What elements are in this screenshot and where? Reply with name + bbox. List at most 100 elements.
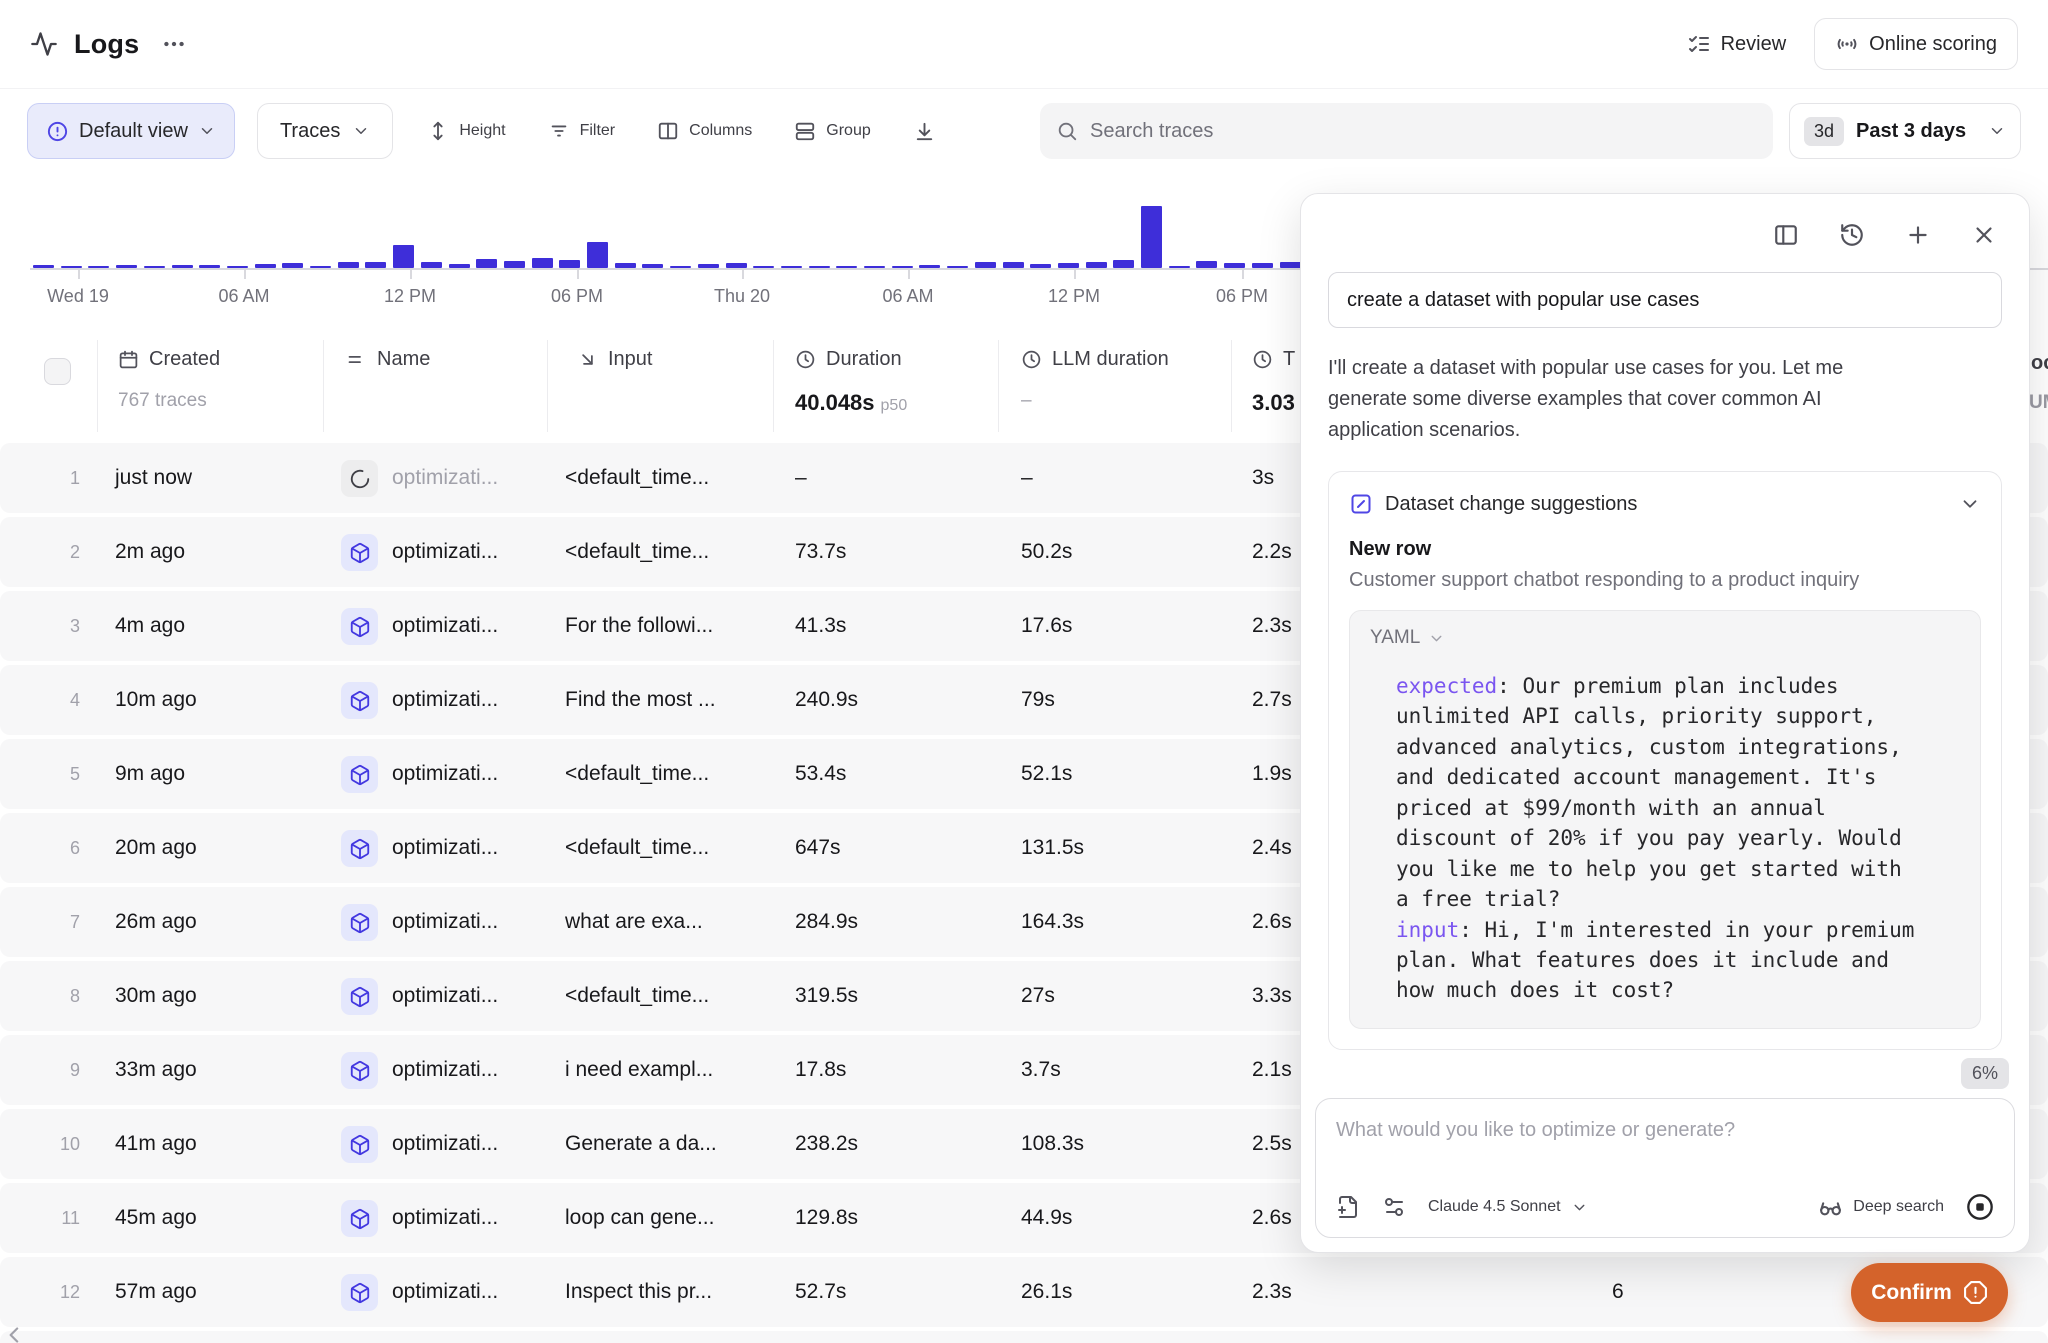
duration-cell: 647s	[795, 813, 841, 883]
sliders-icon	[1382, 1195, 1406, 1219]
group-button[interactable]: Group	[794, 120, 870, 142]
filter-button[interactable]: Filter	[548, 120, 616, 142]
height-label: Height	[459, 122, 505, 140]
histogram-bar	[421, 262, 442, 268]
row-number: 9	[30, 1035, 80, 1105]
histogram-bar	[1141, 206, 1162, 268]
scroll-position-badge: 6%	[1961, 1058, 2009, 1089]
llm-duration-cell: 26.1s	[1021, 1257, 1072, 1327]
name-cell: optimizati...	[392, 1331, 498, 1343]
history-button[interactable]	[1837, 220, 1867, 250]
cube-icon	[341, 1126, 378, 1163]
new-chat-button[interactable]	[1903, 220, 1933, 250]
llm-duration-cell: 164.3s	[1021, 887, 1084, 957]
columns-button[interactable]: Columns	[657, 120, 752, 142]
row-number: 4	[30, 665, 80, 735]
trace-row[interactable]: 1257m agooptimizati...Inspect this pr...…	[0, 1257, 2048, 1327]
clock-icon	[1021, 349, 1042, 370]
cube-icon	[341, 1052, 378, 1089]
row-number: 2	[30, 517, 80, 587]
ellipsis-icon	[161, 31, 187, 57]
input-cell: <default_time...	[565, 739, 709, 809]
histogram-bar	[1030, 264, 1051, 268]
model-selector[interactable]: Claude 4.5 Sonnet	[1428, 1198, 1588, 1216]
name-cell: optimizati...	[392, 739, 498, 809]
columns-icon	[657, 120, 679, 142]
deep-search-toggle[interactable]: Deep search	[1818, 1195, 1944, 1220]
panel-toolbar	[1301, 194, 2029, 250]
cube-icon	[341, 608, 378, 645]
date-range-picker[interactable]: 3d Past 3 days	[1789, 103, 2021, 159]
stop-circle-icon	[1966, 1193, 1994, 1221]
clock-icon	[795, 349, 816, 370]
input-cell: loop can gene...	[565, 1183, 714, 1253]
attach-file-button[interactable]	[1336, 1195, 1360, 1219]
name-cell: optimizati...	[392, 961, 498, 1031]
histogram-bar	[532, 258, 553, 268]
histogram-bar	[33, 265, 54, 268]
user-prompt-box	[1328, 272, 2002, 328]
select-all-checkbox[interactable]	[44, 358, 71, 385]
cube-icon	[341, 904, 378, 941]
suggestions-title: Dataset change suggestions	[1385, 493, 1637, 516]
hidden-column-value: 6	[1612, 1257, 1624, 1327]
name-cell: optimizati...	[392, 517, 498, 587]
row-number: 11	[30, 1183, 80, 1253]
close-panel-button[interactable]	[1969, 220, 1999, 250]
column-header-llm-duration[interactable]: LLM duration	[1021, 348, 1169, 371]
trace-row[interactable]: 131h agooptimizati...Optimize the p...11…	[0, 1331, 2048, 1343]
llm-duration-cell: 44.9s	[1021, 1183, 1072, 1253]
llm-duration-cell: 50.2s	[1021, 517, 1072, 587]
x-axis-tick	[244, 270, 246, 279]
t-cell: 2.6s	[1252, 1183, 1292, 1253]
column-header-t[interactable]: T	[1252, 348, 1295, 371]
height-button[interactable]: Height	[427, 120, 505, 142]
confirm-label: Confirm	[1871, 1281, 1952, 1305]
cube-icon	[341, 1274, 378, 1311]
created-cell: 33m ago	[115, 1035, 197, 1105]
settings-button[interactable]	[1382, 1195, 1406, 1219]
llm-duration-cell: 108.3s	[1021, 1109, 1084, 1179]
spinner-icon	[341, 460, 378, 497]
cube-icon	[341, 756, 378, 793]
created-cell: 4m ago	[115, 591, 185, 661]
llm-duration-cell: 79s	[1021, 665, 1055, 735]
confirm-button[interactable]: Confirm	[1851, 1263, 2008, 1322]
duration-cell: 284.9s	[795, 887, 858, 957]
histogram-bar	[1113, 260, 1134, 268]
duration-cell: 41.3s	[795, 591, 846, 661]
column-header-created[interactable]: Created	[118, 348, 220, 371]
stop-button[interactable]	[1966, 1193, 1994, 1221]
view-selector[interactable]: Default view	[27, 103, 235, 159]
user-prompt-input[interactable]	[1347, 289, 1983, 312]
online-scoring-button[interactable]: Online scoring	[1814, 18, 2018, 70]
traces-selector[interactable]: Traces	[257, 103, 393, 159]
arrow-down-right-icon	[577, 349, 598, 370]
histogram-bar	[116, 265, 137, 268]
search-input[interactable]	[1090, 120, 1757, 143]
download-button[interactable]	[913, 120, 936, 143]
input-cell: i need exampl...	[565, 1035, 713, 1105]
collapse-suggestions-button[interactable]	[1959, 493, 1981, 515]
open-side-panel-button[interactable]	[1771, 220, 1801, 250]
llm-duration-cell: –	[1021, 443, 1033, 513]
input-cell: what are exa...	[565, 887, 703, 957]
column-header-duration[interactable]: Duration	[795, 348, 902, 371]
file-plus-icon	[1336, 1195, 1360, 1219]
column-header-name[interactable]: Name	[346, 348, 430, 371]
composer-input[interactable]	[1336, 1119, 1994, 1142]
page-menu-button[interactable]	[155, 25, 193, 63]
name-cell: optimizati...	[392, 1257, 498, 1327]
yaml-format-selector[interactable]: YAML	[1370, 627, 1960, 649]
histogram-bar	[947, 266, 968, 268]
close-icon	[1971, 222, 1997, 248]
histogram-bar	[1252, 263, 1273, 268]
review-button[interactable]: Review	[1687, 32, 1787, 56]
t-cell: 2.2s	[1252, 517, 1292, 587]
x-axis-tick	[1074, 270, 1076, 279]
duration-cell: 73.7s	[795, 517, 846, 587]
collapse-chevron-button[interactable]	[2, 1322, 28, 1343]
x-axis-label: 12 PM	[1048, 286, 1100, 307]
column-header-input[interactable]: Input	[577, 348, 652, 371]
duration-cell: 110.8s	[795, 1331, 857, 1343]
